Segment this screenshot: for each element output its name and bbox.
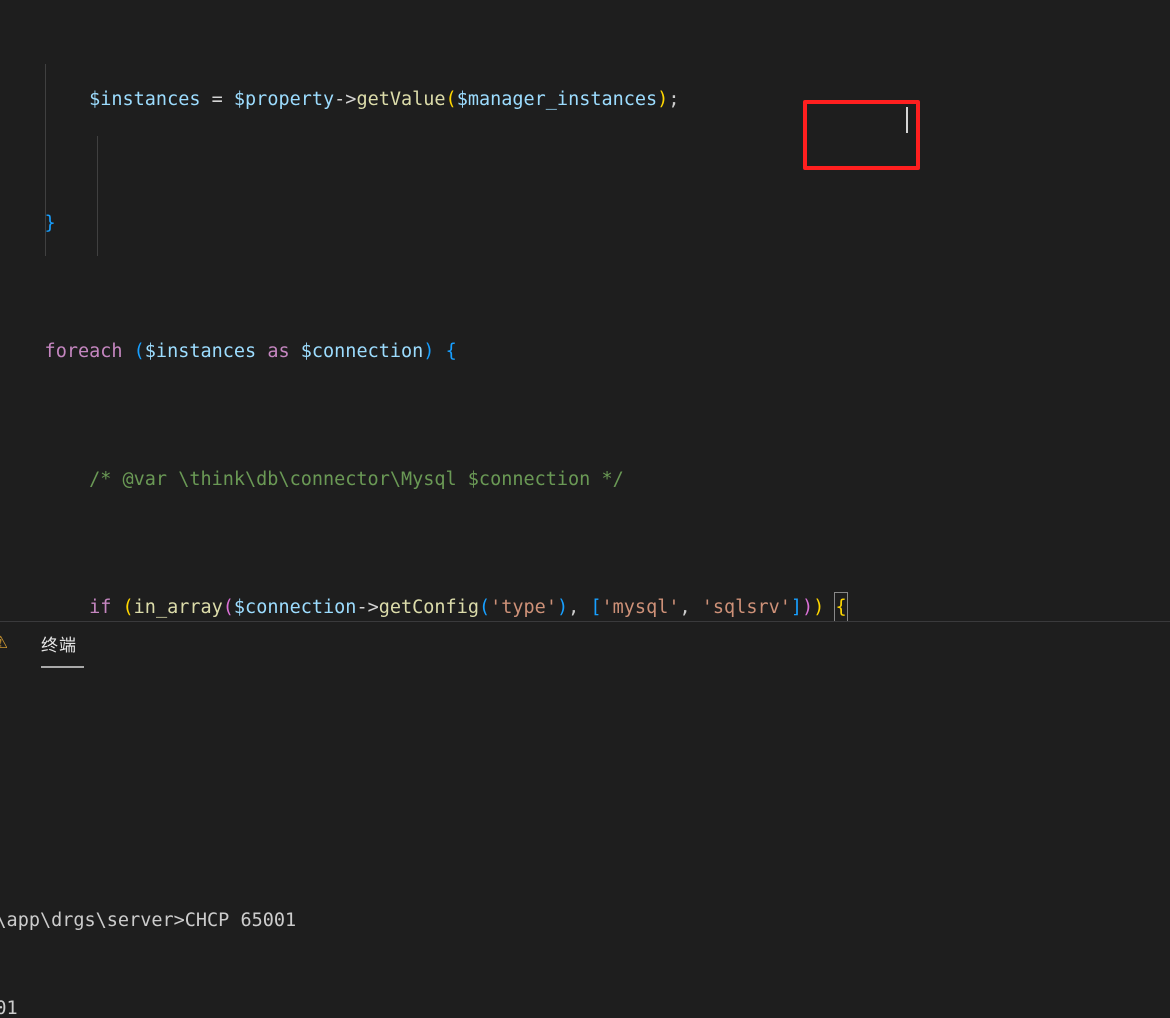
code-line[interactable]: foreach ($instances as $connection) { — [0, 336, 1170, 368]
code-line[interactable]: } — [0, 208, 1170, 240]
code-line[interactable]: $instances = $property->getValue($manage… — [0, 88, 1170, 112]
code-line-highlighted[interactable]: if (in_array($connection->getConfig('typ… — [0, 592, 1170, 621]
panel-tab-bar: ⚠ 终端 — [0, 622, 1170, 668]
bottom-panel: ⚠ 终端 top\app\drgs\server>CHCP 65001 6500… — [0, 622, 1170, 1018]
tab-terminal[interactable]: 终端 — [41, 631, 77, 656]
terminal-line: 65001 — [0, 998, 18, 1018]
code-lines: $instances = $property->getValue($manage… — [0, 0, 1170, 621]
tab-active-indicator — [41, 666, 84, 668]
terminal-line-command: top\app\drgs\server>CHCP 65001 — [0, 910, 297, 932]
vscode-window: $instances = $property->getValue($manage… — [0, 0, 1170, 1018]
warning-triangle-icon: ⚠ — [0, 634, 7, 652]
code-line-comment[interactable]: /* @var \think\db\connector\Mysql $conne… — [0, 464, 1170, 496]
terminal-output[interactable]: top\app\drgs\server>CHCP 65001 65001 top… — [0, 672, 1170, 1018]
code-editor[interactable]: $instances = $property->getValue($manage… — [0, 0, 1170, 621]
text-cursor — [906, 107, 908, 133]
